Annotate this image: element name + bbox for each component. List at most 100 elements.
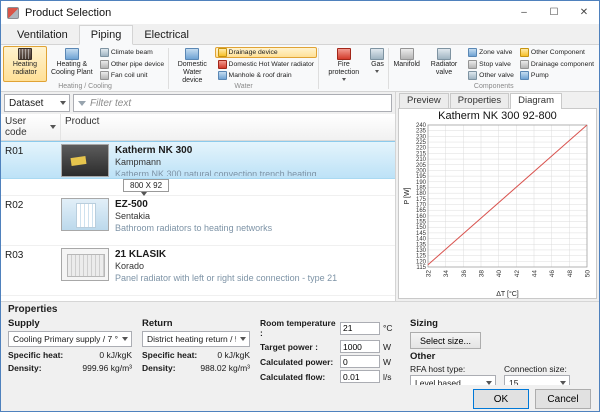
select-size-button[interactable]: Select size... (410, 332, 481, 349)
svg-text:205: 205 (415, 163, 426, 169)
list-toolbar: Dataset (1, 92, 395, 114)
pump-button[interactable]: Pump (517, 70, 597, 82)
return-specific-heat-value: 0 kJ/kgK (217, 350, 250, 360)
supply-combo[interactable]: Cooling Primary supply / 7 °C (8, 331, 132, 347)
other-label: Other (410, 351, 592, 362)
product-row-r02[interactable]: R02 EZ-500 Sentakia Bathroom radiators t… (1, 196, 395, 246)
ribbon: Heating radiator Heating & Cooling Plant… (1, 45, 599, 92)
svg-text:235: 235 (415, 129, 426, 135)
svg-text:48: 48 (566, 270, 573, 278)
supply-density-label: Density: (8, 363, 42, 373)
svg-text:120: 120 (415, 259, 426, 265)
filter-input[interactable] (90, 98, 387, 109)
product-manufacturer: Sentakia (115, 211, 393, 221)
gas-dropdown-icon (375, 70, 379, 73)
radiator-valve-button[interactable]: Radiator valve (423, 46, 465, 82)
manifold-icon (400, 48, 414, 60)
ribbon-separator (168, 48, 169, 89)
svg-text:150: 150 (415, 225, 426, 231)
svg-text:P [W]: P [W] (404, 187, 411, 204)
ok-button[interactable]: OK (473, 389, 529, 409)
maximize-button[interactable]: ☐ (539, 1, 569, 24)
return-combo[interactable]: District heating return / 50 °C (142, 331, 250, 347)
tab-diagram[interactable]: Diagram (510, 93, 562, 109)
drainage-device-icon (218, 48, 227, 57)
tab-properties[interactable]: Properties (450, 93, 509, 108)
stop-valve-icon (468, 60, 477, 69)
svg-text:170: 170 (415, 203, 426, 209)
heating-cooling-plant-icon (65, 48, 79, 60)
svg-text:185: 185 (415, 185, 426, 191)
column-header-user-code[interactable]: User code (1, 114, 61, 140)
product-title: Katherm NK 300 (115, 145, 393, 156)
fan-coil-unit-icon (100, 71, 109, 80)
titlebar: Product Selection – ☐ ✕ (1, 1, 599, 24)
other-component-button[interactable]: Other Component (517, 47, 597, 59)
stop-valve-button[interactable]: Stop valve (465, 58, 517, 70)
drainage-device-button[interactable]: Drainage device (215, 47, 318, 59)
product-title: 21 KLASIK (115, 249, 393, 260)
filter-icon (78, 101, 86, 106)
product-rows: R01 Katherm NK 300 Kampmann Katherm NK 3… (1, 141, 395, 301)
group-label-heating-cooling: Heating / Cooling (3, 82, 167, 91)
climate-beam-button[interactable]: Climate beam (97, 47, 167, 59)
other-pipe-device-button[interactable]: Other pipe device (97, 58, 167, 70)
tab-ventilation[interactable]: Ventilation (6, 26, 79, 44)
domestic-hot-water-radiator-button[interactable]: Domestic Hot Water radiator (215, 58, 318, 70)
calculated-power-unit: W (383, 357, 391, 367)
svg-text:42: 42 (513, 270, 520, 278)
svg-text:130: 130 (415, 248, 426, 254)
svg-text:195: 195 (415, 174, 426, 180)
cancel-button[interactable]: Cancel (535, 389, 591, 409)
preview-panel: Preview Properties Diagram Katherm NK 30… (396, 92, 599, 301)
svg-text:44: 44 (531, 270, 538, 278)
connection-size-label: Connection size: (504, 364, 570, 374)
zone-valve-icon (468, 48, 477, 57)
zone-valve-button[interactable]: Zone valve (465, 47, 517, 59)
size-selector[interactable]: 800 X 92 (123, 179, 169, 192)
dataset-combo[interactable]: Dataset (4, 94, 70, 112)
svg-text:46: 46 (549, 270, 556, 278)
column-header-product[interactable]: Product (61, 114, 395, 140)
dialog-footer: OK Cancel (1, 385, 599, 412)
heating-cooling-plant-button[interactable]: Heating & Cooling Plant (47, 46, 97, 82)
product-row-r03[interactable]: R03 21 KLASIK Korado Panel radiator with… (1, 246, 395, 296)
svg-text:ΔT [°C]: ΔT [°C] (496, 290, 519, 298)
other-pipe-device-icon (100, 60, 109, 69)
tab-preview[interactable]: Preview (399, 93, 449, 108)
other-valve-icon (468, 71, 477, 80)
room-temperature-input[interactable] (340, 322, 380, 335)
minimize-button[interactable]: – (509, 1, 539, 24)
svg-text:38: 38 (478, 270, 485, 278)
gas-button[interactable]: Gas (367, 46, 387, 82)
calculated-flow-unit: l/s (383, 372, 392, 382)
ribbon-group-heating-cooling: Heating radiator Heating & Cooling Plant… (3, 46, 167, 91)
domestic-water-device-button[interactable]: Domestic Water device (170, 46, 214, 82)
size-selector-strip: 800 X 92 (1, 179, 395, 196)
room-temperature-label: Room temperature : (260, 318, 340, 338)
diagram-chart-svg: 1151201251301351401451501551601651701751… (402, 122, 594, 298)
manifold-button[interactable]: Manifold (390, 46, 422, 82)
manhole-roof-drain-button[interactable]: Manhole & roof drain (215, 70, 318, 82)
chevron-down-icon (122, 337, 128, 341)
svg-text:135: 135 (415, 242, 426, 248)
other-valve-button[interactable]: Other valve (465, 70, 517, 82)
drainage-component-button[interactable]: Drainage component (517, 58, 597, 70)
fan-coil-unit-button[interactable]: Fan coil unit (97, 70, 167, 82)
svg-text:230: 230 (415, 134, 426, 140)
heating-radiator-button[interactable]: Heating radiator (3, 46, 47, 82)
fire-protection-dropdown-icon (342, 78, 346, 81)
calculated-flow-field (340, 370, 380, 383)
product-manufacturer: Korado (115, 261, 393, 271)
close-button[interactable]: ✕ (569, 1, 599, 24)
product-description: Panel radiator with left or right side c… (115, 273, 393, 283)
ribbon-group-fire-gas: Fire protection Gas (320, 46, 387, 91)
target-power-input[interactable] (340, 340, 380, 353)
supply-label: Supply (8, 318, 132, 329)
fire-protection-button[interactable]: Fire protection (320, 46, 367, 82)
product-row-r01[interactable]: R01 Katherm NK 300 Kampmann Katherm NK 3… (1, 141, 395, 179)
chevron-down-icon[interactable] (141, 192, 147, 196)
tab-electrical[interactable]: Electrical (133, 26, 200, 44)
supply-specific-heat-value: 0 kJ/kgK (99, 350, 132, 360)
tab-piping[interactable]: Piping (79, 25, 134, 45)
